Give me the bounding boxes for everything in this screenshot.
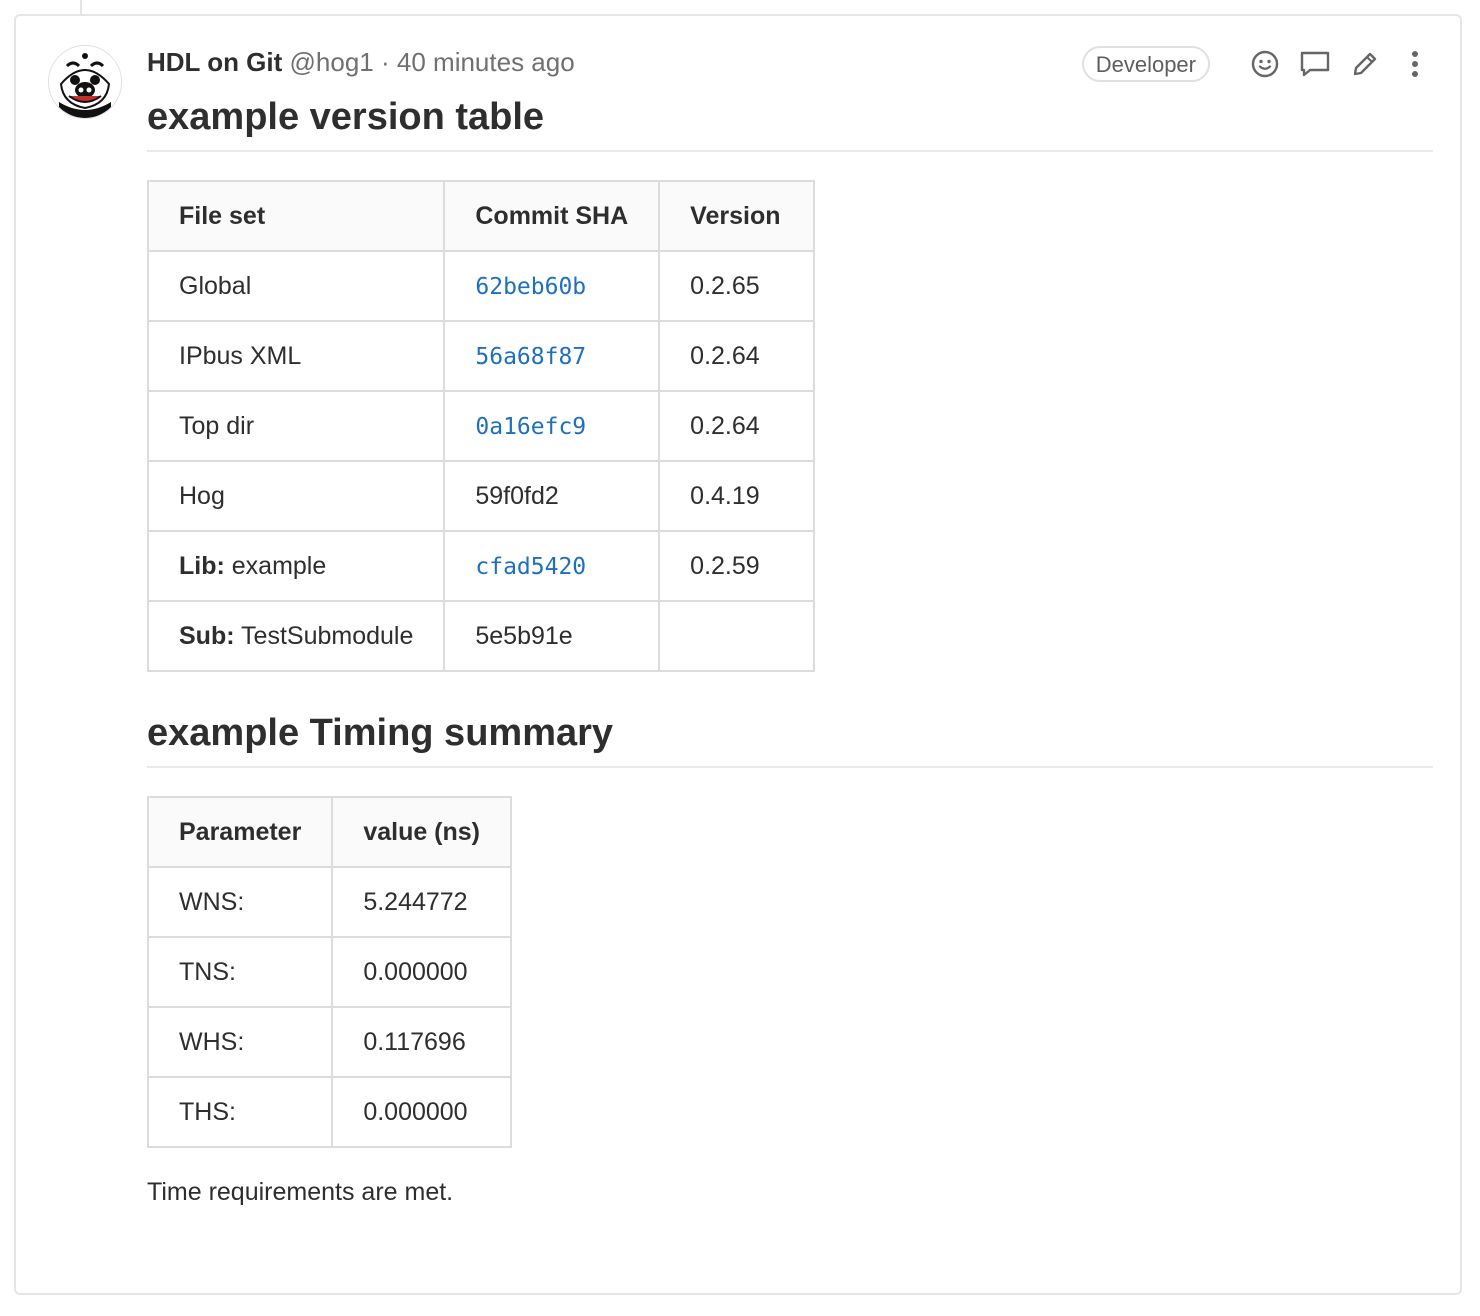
version-cell: 0.2.59: [658, 530, 816, 602]
table-row: WHS: 0.117696: [146, 1006, 513, 1078]
version-table: File set Commit SHA Version Global 62beb…: [146, 180, 816, 672]
pencil-icon[interactable]: [1348, 47, 1382, 81]
note-card: HDL on Git @hog1 · 40 minutes ago Develo…: [14, 14, 1462, 1295]
timing-table: Parameter value (ns) WNS: 5.244772 TNS: …: [146, 796, 513, 1148]
table-row: WNS: 5.244772: [146, 866, 513, 938]
version-cell: 0.2.64: [658, 390, 816, 462]
file-set-cell: Global: [146, 250, 446, 322]
note-actions: Developer: [1081, 44, 1432, 84]
file-set-name: example: [224, 551, 327, 580]
file-set-name: TestSubmodule: [234, 621, 414, 650]
file-set-name: Global: [179, 271, 252, 300]
smiley-icon[interactable]: [1248, 47, 1282, 81]
table-row: Sub: TestSubmodule 5e5b91e: [146, 600, 816, 672]
timeline-connector: [80, 0, 82, 15]
table-row: THS: 0.000000: [146, 1076, 513, 1148]
version-cell: [658, 600, 816, 672]
file-set-cell: Hog: [146, 460, 446, 532]
timing-status-text: Time requirements are met.: [147, 1178, 454, 1206]
header-separator: ·: [380, 47, 390, 77]
column-header-commit-sha: Commit SHA: [443, 180, 661, 252]
role-badge: Developer: [1081, 46, 1210, 82]
parameter-cell: TNS:: [146, 936, 334, 1008]
column-header-parameter: Parameter: [146, 796, 334, 868]
table-header-row: Parameter value (ns): [146, 796, 513, 868]
column-header-version: Version: [658, 180, 816, 252]
parameter-cell: THS:: [146, 1076, 334, 1148]
column-header-value: value (ns): [331, 796, 513, 868]
table-row: Lib: example cfad5420 0.2.59: [146, 530, 816, 602]
file-set-cell: Sub: TestSubmodule: [146, 600, 446, 672]
commit-sha-link[interactable]: cfad5420: [475, 554, 586, 580]
timestamp[interactable]: 40 minutes ago: [397, 47, 575, 77]
file-set-cell: IPbus XML: [146, 320, 446, 392]
note-body: example version table File set Commit SH…: [146, 94, 1433, 1207]
column-header-file-set: File set: [146, 180, 446, 252]
more-vertical-icon[interactable]: [1398, 47, 1432, 81]
author-avatar[interactable]: [48, 45, 122, 119]
file-set-prefix: Sub:: [179, 621, 235, 650]
value-cell: 0.000000: [331, 1076, 513, 1148]
file-set-name: Top dir: [179, 411, 255, 440]
author-name-link[interactable]: HDL on Git: [147, 47, 282, 77]
commit-sha-link[interactable]: 0a16efc9: [475, 414, 586, 440]
commit-sha-cell: 56a68f87: [443, 320, 661, 392]
table-row: TNS: 0.000000: [146, 936, 513, 1008]
commit-sha-cell: 59f0fd2: [443, 460, 661, 532]
version-cell: 0.4.19: [658, 460, 816, 532]
table-row: IPbus XML 56a68f87 0.2.64: [146, 320, 816, 392]
value-cell: 5.244772: [331, 866, 513, 938]
parameter-cell: WNS:: [146, 866, 334, 938]
value-cell: 0.117696: [331, 1006, 513, 1078]
file-set-cell: Lib: example: [146, 530, 446, 602]
commit-sha-link[interactable]: 56a68f87: [475, 344, 586, 370]
parameter-cell: WHS:: [146, 1006, 334, 1078]
author-handle[interactable]: @hog1: [290, 47, 374, 77]
commit-sha-cell: 5e5b91e: [443, 600, 661, 672]
file-set-prefix: Lib:: [179, 551, 225, 580]
file-set-name: IPbus XML: [179, 341, 302, 370]
timing-summary-heading: example Timing summary: [147, 710, 1433, 768]
commit-sha-cell: cfad5420: [443, 530, 661, 602]
file-set-cell: Top dir: [146, 390, 446, 462]
table-row: Global 62beb60b 0.2.65: [146, 250, 816, 322]
commit-sha-cell: 62beb60b: [443, 250, 661, 322]
table-row: Top dir 0a16efc9 0.2.64: [146, 390, 816, 462]
comment-icon[interactable]: [1298, 47, 1332, 81]
commit-sha-cell: 0a16efc9: [443, 390, 661, 462]
commit-sha-link[interactable]: 62beb60b: [475, 274, 586, 300]
file-set-name: Hog: [179, 481, 225, 510]
value-cell: 0.000000: [331, 936, 513, 1008]
table-header-row: File set Commit SHA Version: [146, 180, 816, 252]
table-row: Hog 59f0fd2 0.4.19: [146, 460, 816, 532]
hog-logo-icon: [49, 46, 121, 118]
version-table-heading: example version table: [147, 94, 1433, 152]
note-header: HDL on Git @hog1 · 40 minutes ago: [147, 44, 575, 80]
version-cell: 0.2.65: [658, 250, 816, 322]
version-cell: 0.2.64: [658, 320, 816, 392]
